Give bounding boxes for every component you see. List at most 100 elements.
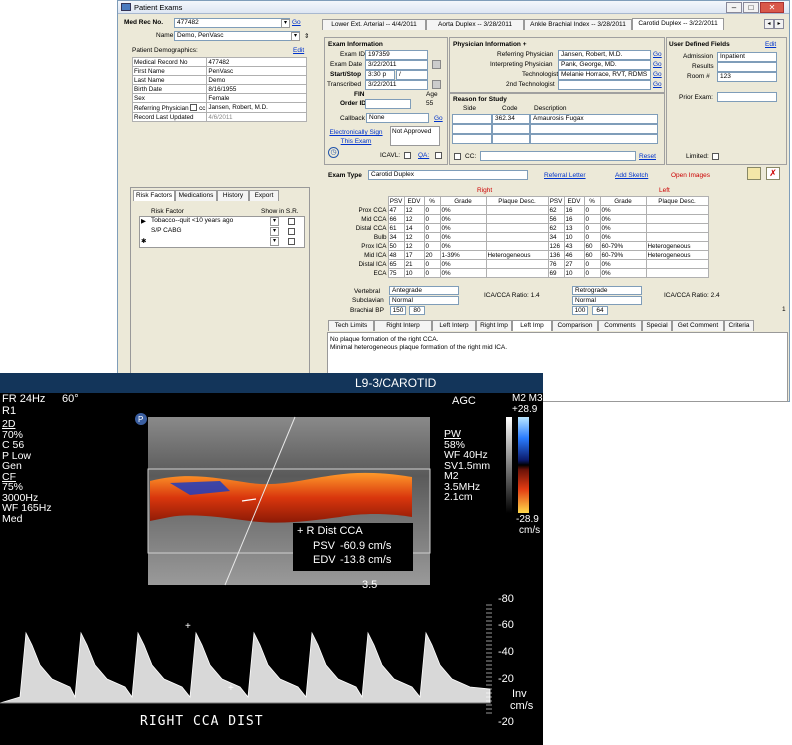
left-cell[interactable]: 56: [547, 214, 565, 224]
tab-right-interp[interactable]: Right Interp: [374, 320, 432, 331]
open-images-button[interactable]: Open Images: [671, 172, 710, 179]
tab-next-icon[interactable]: ▸: [774, 19, 784, 29]
side-select[interactable]: [452, 124, 492, 134]
left-cell[interactable]: 46: [563, 250, 585, 260]
right-cell[interactable]: 66: [387, 214, 405, 224]
tab-left-interp[interactable]: Left Interp: [432, 320, 476, 331]
minimize-button[interactable]: –: [726, 2, 742, 13]
cc-input[interactable]: [480, 151, 636, 161]
referring-go-link[interactable]: Go: [653, 51, 662, 58]
left-cell[interactable]: 60: [583, 250, 601, 260]
tab-export[interactable]: Export: [249, 190, 279, 201]
right-cell[interactable]: 0%: [439, 259, 487, 269]
qa-link[interactable]: QA:: [418, 152, 429, 159]
right-cell[interactable]: 34: [387, 232, 405, 242]
referring-select[interactable]: Jansen, Robert, M.D.: [558, 50, 651, 60]
cc-checkbox[interactable]: [454, 153, 461, 160]
right-cell[interactable]: 10: [403, 268, 425, 278]
tab-aorta-duplex[interactable]: Aorta Duplex -- 3/28/2011: [426, 19, 524, 30]
tab-comparison[interactable]: Comparison: [552, 320, 598, 331]
left-cell[interactable]: 10: [563, 268, 585, 278]
technologist-go-link[interactable]: Go: [653, 71, 662, 78]
right-cell[interactable]: 17: [403, 250, 425, 260]
show-sr-checkbox[interactable]: [288, 238, 295, 245]
room-select[interactable]: 123: [717, 72, 777, 82]
desc-select[interactable]: [530, 124, 658, 134]
risk-item[interactable]: Tobacco--quit <10 years ago: [151, 217, 233, 224]
chevron-down-icon[interactable]: ▾: [281, 19, 290, 28]
right-bp-diastolic[interactable]: 80: [409, 306, 425, 315]
referral-letter-link[interactable]: Referral Letter: [544, 172, 586, 179]
tab-left-imp[interactable]: Left Imp: [512, 320, 552, 331]
interpreting-select[interactable]: Pank, George, MD.: [558, 60, 651, 70]
right-cell[interactable]: 14: [403, 223, 425, 233]
left-cell[interactable]: 0%: [599, 232, 647, 242]
left-cell[interactable]: 27: [563, 259, 585, 269]
right-cell[interactable]: 47: [387, 205, 405, 215]
left-cell[interactable]: 0%: [599, 205, 647, 215]
left-cell[interactable]: 0: [583, 223, 601, 233]
right-cell[interactable]: 0: [423, 214, 441, 224]
left-cell[interactable]: [645, 214, 709, 224]
right-cell[interactable]: 0%: [439, 268, 487, 278]
left-cell[interactable]: 0: [583, 205, 601, 215]
tab-carotid-duplex[interactable]: Carotid Duplex -- 3/22/2011: [632, 18, 724, 30]
right-cell[interactable]: [485, 214, 549, 224]
left-cell[interactable]: 10: [563, 232, 585, 242]
limited-checkbox[interactable]: [712, 153, 719, 160]
left-cell[interactable]: Heterogeneous: [645, 241, 709, 251]
calendar-icon[interactable]: [432, 60, 441, 69]
left-cell[interactable]: 62: [547, 205, 565, 215]
chevron-down-icon[interactable]: ▾: [270, 217, 279, 226]
right-cell[interactable]: 0%: [439, 205, 487, 215]
technologist-select[interactable]: Melanie Horrace, RVT, RDMS: [558, 70, 651, 80]
tab-special[interactable]: Special: [642, 320, 672, 331]
right-cell[interactable]: [485, 232, 549, 242]
left-bp-diastolic[interactable]: 64: [592, 306, 608, 315]
left-cell[interactable]: 0%: [599, 214, 647, 224]
right-cell[interactable]: 0: [423, 259, 441, 269]
left-cell[interactable]: 126: [547, 241, 565, 251]
tech2-go-link[interactable]: Go: [653, 81, 662, 88]
right-cell[interactable]: 12: [403, 214, 425, 224]
tab-get-comment[interactable]: Get Comment: [672, 320, 724, 331]
tab-tech-limits[interactable]: Tech Limits: [328, 320, 374, 331]
right-cell[interactable]: 0%: [439, 214, 487, 224]
right-cell[interactable]: [485, 259, 549, 269]
right-cell[interactable]: Heterogeneous: [485, 250, 549, 260]
left-cell[interactable]: [645, 232, 709, 242]
show-sr-checkbox[interactable]: [288, 228, 295, 235]
left-cell[interactable]: 0: [583, 268, 601, 278]
exam-id-input[interactable]: 197359: [365, 50, 428, 60]
code-select[interactable]: [492, 124, 530, 134]
left-cell[interactable]: 0%: [599, 223, 647, 233]
right-cell[interactable]: 61: [387, 223, 405, 233]
folder-icon[interactable]: [747, 167, 761, 180]
callback-select[interactable]: None: [366, 113, 429, 123]
side-select[interactable]: [452, 114, 492, 124]
chevron-down-icon[interactable]: ▾: [270, 227, 279, 236]
tab-history[interactable]: History: [217, 190, 249, 201]
left-cell[interactable]: [645, 259, 709, 269]
right-cell[interactable]: 75: [387, 268, 405, 278]
referring-physician-select[interactable]: Jansen, Robert, M.D.: [206, 102, 307, 113]
left-cell[interactable]: 136: [547, 250, 565, 260]
left-cell[interactable]: [645, 268, 709, 278]
reset-link[interactable]: Reset: [639, 153, 656, 160]
left-cell[interactable]: 60: [583, 241, 601, 251]
stop-input[interactable]: /: [396, 70, 428, 80]
tab-risk-factors[interactable]: Risk Factors: [133, 190, 175, 201]
code-select[interactable]: 362.34: [492, 114, 530, 124]
left-vertebral-select[interactable]: Retrograde: [572, 286, 642, 295]
right-cell[interactable]: 0%: [439, 241, 487, 251]
right-cell[interactable]: 0: [423, 205, 441, 215]
start-input[interactable]: 3:30 p: [365, 70, 395, 80]
user-fields-edit-link[interactable]: Edit: [765, 41, 776, 48]
clock-icon[interactable]: ◷: [328, 147, 339, 158]
left-bp-systolic[interactable]: 100: [572, 306, 588, 315]
right-cell[interactable]: 0: [423, 223, 441, 233]
left-cell[interactable]: 13: [563, 223, 585, 233]
right-cell[interactable]: 50: [387, 241, 405, 251]
risk-item[interactable]: S/P CABG: [151, 227, 182, 234]
show-sr-checkbox[interactable]: [288, 218, 295, 225]
